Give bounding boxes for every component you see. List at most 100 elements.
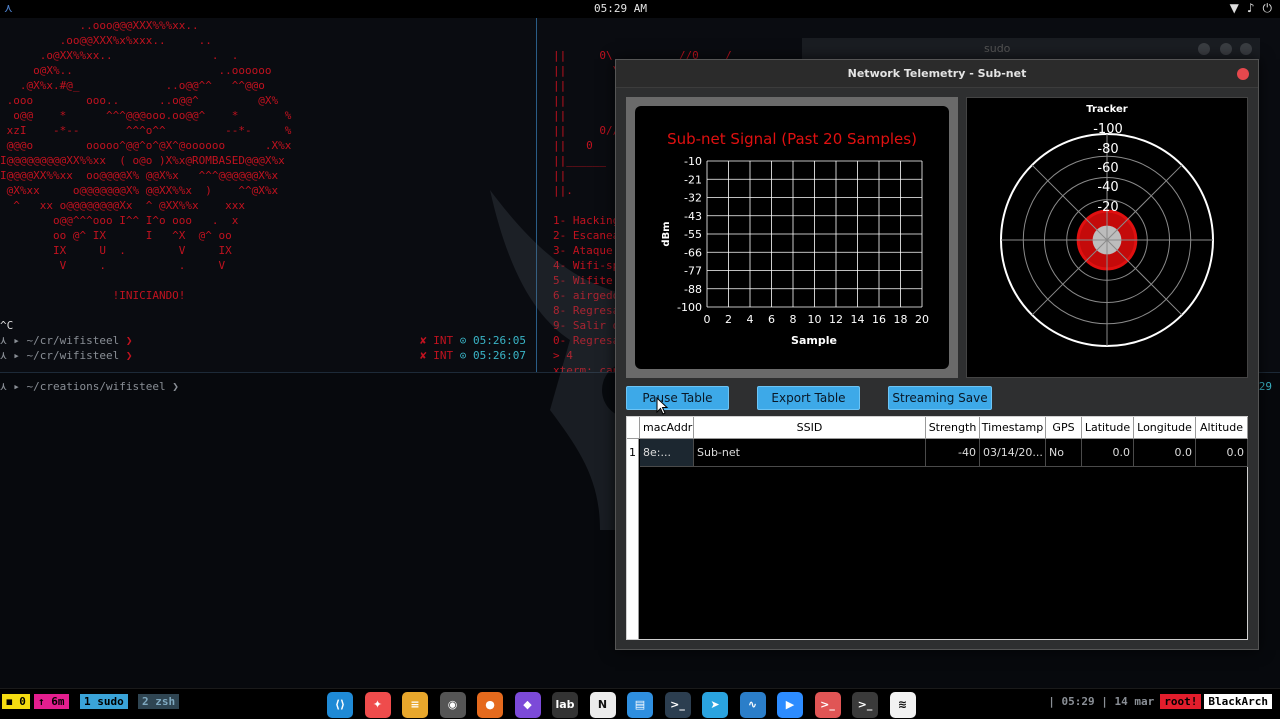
prompt-line: ⋏ ▸ ~/creations/wifisteel ❯ — [0, 380, 179, 393]
bulb-icon[interactable]: ✦ — [364, 692, 391, 718]
y-tick-label: -21 — [684, 173, 702, 186]
column-header[interactable]: SSID — [694, 417, 926, 439]
red-terminal-icon[interactable]: >_ — [814, 692, 841, 718]
document-icon[interactable]: ▤ — [627, 692, 653, 718]
ascii-art-line: ..ooo@@@XXX%%%xx.. — [0, 19, 199, 32]
lab-icon[interactable]: lab — [552, 692, 578, 718]
root-badge: root! — [1160, 694, 1202, 709]
column-header[interactable]: Latitude — [1082, 417, 1134, 439]
obsidian-icon[interactable]: ◆ — [514, 692, 541, 718]
vscode-icon[interactable]: ⟨⟩ — [327, 692, 353, 718]
column-header[interactable]: Altitude — [1196, 417, 1248, 439]
edge-text: 29 — [1258, 380, 1272, 393]
table-cell[interactable]: No — [1046, 439, 1082, 467]
table-corner — [627, 417, 640, 439]
ascii-art-line: .o@XX%%xx.. . . — [0, 49, 239, 62]
radial-tick-label: -100 — [1093, 122, 1123, 137]
table-cell[interactable]: -40 — [926, 439, 980, 467]
column-header[interactable]: Strength — [926, 417, 980, 439]
top-clock[interactable]: 05:29 AM — [594, 2, 647, 15]
window-dot — [1240, 43, 1252, 55]
table-cell[interactable]: 0.0 — [1134, 439, 1196, 467]
tmux-window-sudo[interactable]: 1 sudo — [80, 694, 128, 709]
distro-badge: BlackArch — [1204, 694, 1272, 709]
x-tick-label: 18 — [894, 313, 908, 326]
zoom-icon[interactable]: ▶ — [777, 692, 803, 718]
network-table[interactable]: macAddr SSID Strength Timestamp GPS Latitude L… — [626, 416, 1248, 640]
window-titlebar[interactable]: Network Telemetry - Sub-net — [616, 60, 1258, 88]
y-tick-label: -10 — [684, 155, 702, 168]
column-header[interactable]: macAddr — [640, 417, 694, 439]
y-tick-label: -88 — [684, 283, 702, 296]
streaming-save-button[interactable]: Streaming Save — [888, 386, 992, 410]
y-axis-label: dBm — [661, 221, 672, 246]
background-window-title: sudo — [984, 42, 1011, 55]
radial-tick-label: -60 — [1097, 161, 1118, 176]
dark-terminal-icon[interactable]: >_ — [852, 692, 878, 718]
ascii-art-line: @X%xx o@@@@@@@X% @@XX%%x ) ^^@X%x — [0, 184, 279, 197]
column-header[interactable]: Longitude — [1134, 417, 1196, 439]
export-table-button[interactable]: Export Table — [757, 386, 860, 410]
workspace-indicator[interactable]: ◼ 0 — [2, 694, 30, 709]
x-tick-label: 6 — [768, 313, 775, 326]
signal-chart: Sub-net Signal (Past 20 Samples) -10 -21 -… — [661, 130, 929, 347]
ascii-art-line: .@X%x.#@_ ..o@@^^ ^^@@o — [0, 79, 265, 92]
firefox-icon[interactable]: ● — [477, 692, 503, 718]
ascii-art-line: oo @^ IX I ^X @^ oo — [0, 229, 232, 242]
window-dot — [1198, 43, 1210, 55]
y-tick-label: -43 — [684, 210, 702, 223]
table-cell[interactable]: 0.0 — [1196, 439, 1248, 467]
status-datetime: | 05:29 | 14 mar — [1048, 695, 1155, 708]
notion-icon[interactable]: N — [589, 692, 616, 718]
table-cell[interactable]: 03/14/20... — [980, 439, 1046, 467]
column-header[interactable]: GPS — [1046, 417, 1082, 439]
x-tick-label: 16 — [872, 313, 886, 326]
power-icon[interactable]: ⏻ — [1263, 1, 1273, 16]
system-tray: ▼ ♪ ⏻ — [1230, 1, 1272, 16]
ascii-art-line: V . . V — [0, 259, 226, 272]
signal-chart-frame: Sub-net Signal (Past 20 Samples) -10 -21 -… — [626, 97, 958, 378]
ascii-art-line: xzI -*-- ^^^o^^ --*- % — [0, 124, 292, 137]
terminal-icon[interactable]: >_ — [664, 692, 691, 718]
tracker-spoke — [1031, 164, 1108, 241]
ascii-art-line: I@@@@@@@@@XX%%xx ( o@o )X%x@ROMBASED@@@X… — [0, 154, 285, 167]
prompt-path: ~/cr/wifisteel — [26, 349, 120, 362]
ascii-art-line: .oo@@XXX%x%xxx.. .. — [0, 34, 212, 47]
tracker-title: Tracker — [1086, 104, 1127, 115]
arch-menu-icon[interactable]: ⋏ — [4, 1, 13, 15]
uptime-indicator: ↑ 6m — [34, 694, 69, 709]
row-number[interactable]: 1 — [627, 439, 639, 467]
prompt-line: ⋏ ▸ ~/cr/wifisteel ❯ — [0, 349, 133, 362]
wifi-icon[interactable]: ≋ — [889, 692, 916, 718]
volume-icon[interactable]: ♪ — [1247, 1, 1255, 16]
x-axis-label: Sample — [791, 334, 837, 347]
tmux-window-zsh[interactable]: 2 zsh — [138, 694, 180, 709]
table-cell[interactable]: Sub-net — [694, 439, 926, 467]
layers-icon[interactable]: ≡ — [402, 692, 428, 718]
table-cell[interactable]: 8e:... — [640, 439, 694, 467]
ascii-art-line: o@@ * ^^^@@@ooo.oo@@^ * % — [0, 109, 292, 122]
x-tick-label: 12 — [829, 313, 843, 326]
table-cell[interactable]: 0.0 — [1082, 439, 1134, 467]
chart-title: Sub-net Signal (Past 20 Samples) — [667, 130, 917, 148]
wifi-status-icon[interactable]: ▼ — [1230, 1, 1239, 16]
x-tick-label: 20 — [915, 313, 929, 326]
tracker-frame: Tracker -100 -80 -60 -40 -20 — [966, 97, 1248, 378]
radial-tick-label: -80 — [1097, 142, 1118, 157]
ascii-art-line: !INICIANDO! — [0, 289, 186, 302]
telemetry-window: Network Telemetry - Sub-net Sub-net Sign… — [615, 59, 1259, 650]
y-tick-label: -77 — [684, 265, 702, 278]
x-tick-label: 2 — [725, 313, 732, 326]
radial-tick-label: -40 — [1097, 180, 1118, 195]
monitor-icon[interactable]: ∿ — [739, 692, 766, 718]
ascii-art-line: .ooo ooo.. ..o@@^ @X% — [0, 94, 279, 107]
telegram-icon[interactable]: ➤ — [702, 692, 728, 718]
ascii-art-line: ^ xx o@@@@@@@@Xx ^ @XX%%x xxx — [0, 199, 246, 212]
close-button[interactable] — [1237, 68, 1249, 80]
prompt-path: ~/creations/wifisteel — [26, 380, 166, 393]
incognito-icon[interactable]: ◉ — [439, 692, 466, 718]
window-dot — [1220, 43, 1232, 55]
pause-table-button[interactable]: Pause Table — [626, 386, 729, 410]
column-header[interactable]: Timestamp — [980, 417, 1046, 439]
ascii-art-line: I@@@@XX%%xx oo@@@@X% @@X%x ^^^@@@@@@X%x — [0, 169, 279, 182]
